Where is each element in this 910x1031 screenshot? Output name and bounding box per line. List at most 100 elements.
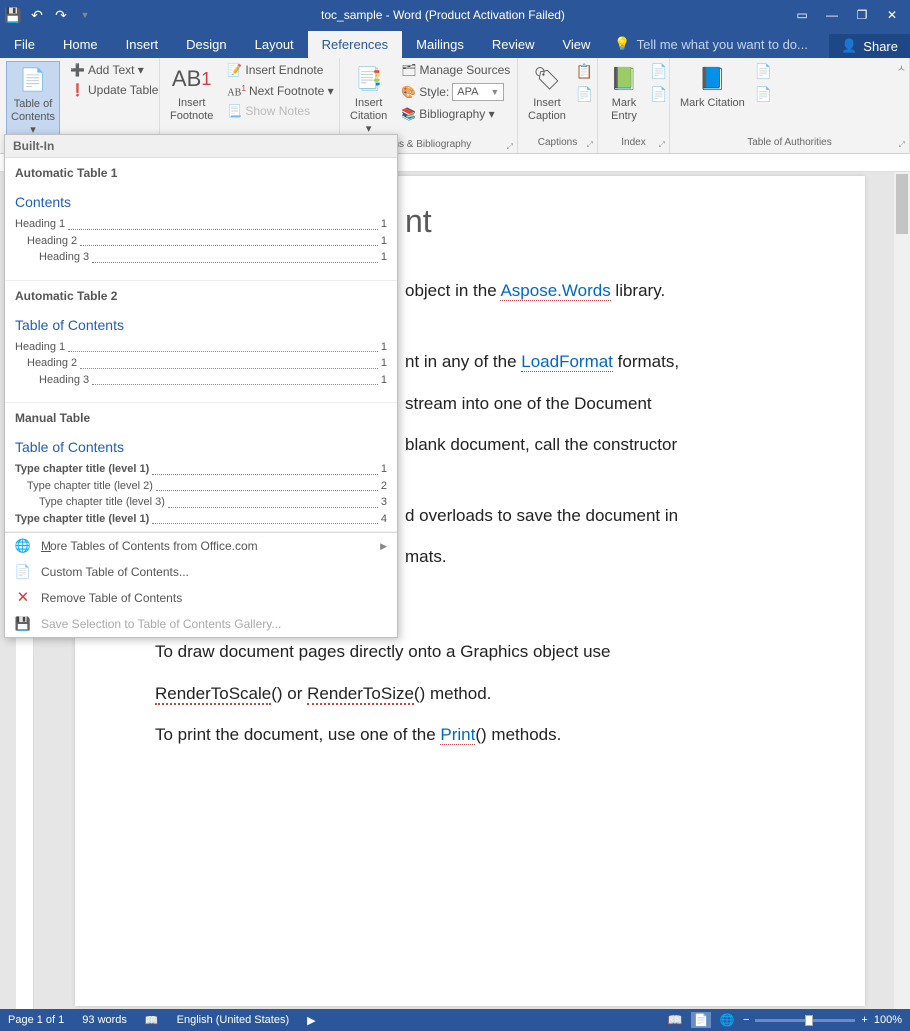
- dropdown-header: Built-In: [5, 135, 397, 158]
- tab-design[interactable]: Design: [172, 31, 240, 58]
- restore-icon[interactable]: ❐: [848, 4, 876, 26]
- mark-citation-button[interactable]: 📘 Mark Citation: [676, 61, 749, 112]
- office-icon: 🌐: [15, 538, 31, 554]
- group-label-toa: Table of Authorities: [676, 137, 903, 150]
- dropdown-menu: 🌐More Tables of Contents from Office.com…: [5, 532, 397, 637]
- update-index-icon[interactable]: 📄: [650, 86, 667, 103]
- group-label-captions: Captions: [524, 137, 591, 150]
- zoom-in-button[interactable]: +: [861, 1014, 867, 1026]
- update-table-button[interactable]: ❗Update Table: [66, 81, 162, 99]
- insert-index-icon[interactable]: 📄: [650, 63, 667, 80]
- custom-toc-button[interactable]: 📄Custom Table of Contents...: [5, 559, 397, 585]
- caption-icon: 🏷: [531, 63, 563, 95]
- quick-access-toolbar: 💾 ↶ ↷ ▼: [0, 7, 98, 23]
- insert-toa-icon[interactable]: 📄: [755, 63, 772, 80]
- group-index: 📗 Mark Entry 📄 📄 Index: [598, 58, 670, 153]
- biblio-icon: 📚: [401, 107, 416, 121]
- share-icon: 👤: [841, 38, 857, 54]
- link-aspose[interactable]: Aspose.Words: [500, 281, 610, 301]
- status-page[interactable]: Page 1 of 1: [8, 1014, 64, 1026]
- save-selection-button: 💾Save Selection to Table of Contents Gal…: [5, 611, 397, 637]
- mark-entry-button[interactable]: 📗 Mark Entry: [604, 61, 644, 125]
- zoom-level[interactable]: 100%: [874, 1014, 902, 1026]
- group-label-index: Index: [604, 137, 663, 150]
- remove-icon: 🗙: [15, 590, 31, 606]
- scroll-thumb[interactable]: [896, 174, 908, 234]
- update-caption-icon[interactable]: 📄: [576, 86, 593, 103]
- show-notes-icon: 📃: [227, 104, 242, 118]
- status-language[interactable]: English (United States): [177, 1014, 290, 1026]
- add-text-button[interactable]: ➕Add Text ▾: [66, 61, 162, 79]
- endnote-icon: 📝: [227, 63, 242, 77]
- link-print[interactable]: Print: [440, 725, 475, 745]
- window-title: toc_sample - Word (Product Activation Fa…: [98, 8, 788, 22]
- tab-mailings[interactable]: Mailings: [402, 31, 478, 58]
- window-controls: ▭ — ❐ ✕: [788, 4, 910, 26]
- ribbon-tabs: File Home Insert Design Layout Reference…: [0, 30, 910, 58]
- toc-option-auto1[interactable]: Automatic Table 1 Contents Heading 11 He…: [5, 158, 397, 281]
- tab-file[interactable]: File: [0, 31, 49, 58]
- next-footnote-button[interactable]: AB1Next Footnote ▾: [223, 81, 337, 100]
- print-layout-icon[interactable]: 📄: [691, 1012, 711, 1028]
- insert-caption-button[interactable]: 🏷 Insert Caption: [524, 61, 570, 125]
- remove-toc-button[interactable]: 🗙Remove Table of Contents: [5, 585, 397, 611]
- save-icon[interactable]: 💾: [5, 7, 21, 23]
- redo-icon[interactable]: ↷: [53, 7, 69, 23]
- toc-option-auto2[interactable]: Automatic Table 2 Table of Contents Head…: [5, 281, 397, 404]
- share-button[interactable]: 👤Share: [829, 34, 910, 58]
- read-mode-icon[interactable]: 📖: [665, 1012, 685, 1028]
- tell-me-input[interactable]: 💡Tell me what you want to do...: [604, 30, 829, 58]
- lightbulb-icon: 💡: [614, 36, 630, 52]
- tab-home[interactable]: Home: [49, 31, 112, 58]
- update-icon: ❗: [70, 83, 85, 97]
- manage-sources-icon: 🗂: [401, 63, 416, 77]
- chevron-right-icon: ▶: [380, 541, 387, 552]
- citation-icon: 📑: [353, 63, 385, 95]
- tab-references[interactable]: References: [308, 31, 402, 58]
- next-footnote-icon: AB1: [227, 83, 246, 98]
- table-of-contents-button[interactable]: 📄 Table of Contents ▾: [6, 61, 60, 141]
- zoom-thumb[interactable]: [805, 1015, 813, 1026]
- save-gallery-icon: 💾: [15, 616, 31, 632]
- manage-sources-button[interactable]: 🗂Manage Sources: [397, 61, 514, 79]
- vertical-scrollbar[interactable]: [894, 172, 910, 1009]
- zoom-out-button[interactable]: −: [743, 1014, 749, 1026]
- add-text-icon: ➕: [70, 63, 85, 77]
- tab-insert[interactable]: Insert: [112, 31, 173, 58]
- insert-footnote-button[interactable]: AB1 Insert Footnote: [166, 61, 217, 125]
- link-rendertoscale[interactable]: RenderToScale: [155, 684, 271, 705]
- footnote-icon: AB1: [176, 63, 208, 95]
- custom-toc-icon: 📄: [15, 564, 31, 580]
- toc-dropdown: Built-In Automatic Table 1 Contents Head…: [4, 134, 398, 638]
- undo-icon[interactable]: ↶: [29, 7, 45, 23]
- tab-view[interactable]: View: [548, 31, 604, 58]
- tab-layout[interactable]: Layout: [241, 31, 308, 58]
- cross-ref-icon[interactable]: 📋: [576, 63, 593, 80]
- group-toa: 📘 Mark Citation 📄 📄 Table of Authorities: [670, 58, 910, 153]
- minimize-icon[interactable]: —: [818, 4, 846, 26]
- macro-icon[interactable]: ▶: [307, 1014, 315, 1027]
- toc-option-manual[interactable]: Manual Table Table of Contents Type chap…: [5, 403, 397, 532]
- style-select[interactable]: 🎨Style: APA▼: [397, 81, 514, 103]
- link-loadformat[interactable]: LoadFormat: [521, 352, 613, 372]
- collapse-ribbon-icon[interactable]: ㅅ: [897, 60, 906, 75]
- close-icon[interactable]: ✕: [878, 4, 906, 26]
- web-layout-icon[interactable]: 🌐: [717, 1012, 737, 1028]
- statusbar: Page 1 of 1 93 words 📖 English (United S…: [0, 1009, 910, 1031]
- insert-endnote-button[interactable]: 📝Insert Endnote: [223, 61, 337, 79]
- qat-more-icon[interactable]: ▼: [77, 7, 93, 23]
- link-rendertosize[interactable]: RenderToSize: [307, 684, 414, 705]
- zoom-slider[interactable]: [755, 1019, 855, 1022]
- style-icon: 🎨: [401, 85, 416, 99]
- toc-icon: 📄: [17, 64, 49, 96]
- proofing-icon[interactable]: 📖: [145, 1014, 159, 1027]
- update-toa-icon[interactable]: 📄: [755, 86, 772, 103]
- ribbon-display-icon[interactable]: ▭: [788, 4, 816, 26]
- show-notes-button[interactable]: 📃Show Notes: [223, 102, 337, 120]
- insert-citation-button[interactable]: 📑 Insert Citation ▾: [346, 61, 391, 139]
- bibliography-button[interactable]: 📚Bibliography ▾: [397, 105, 514, 123]
- group-captions: 🏷 Insert Caption 📋 📄 Captions: [518, 58, 598, 153]
- status-words[interactable]: 93 words: [82, 1014, 127, 1026]
- more-toc-button[interactable]: 🌐More Tables of Contents from Office.com…: [5, 533, 397, 559]
- tab-review[interactable]: Review: [478, 31, 549, 58]
